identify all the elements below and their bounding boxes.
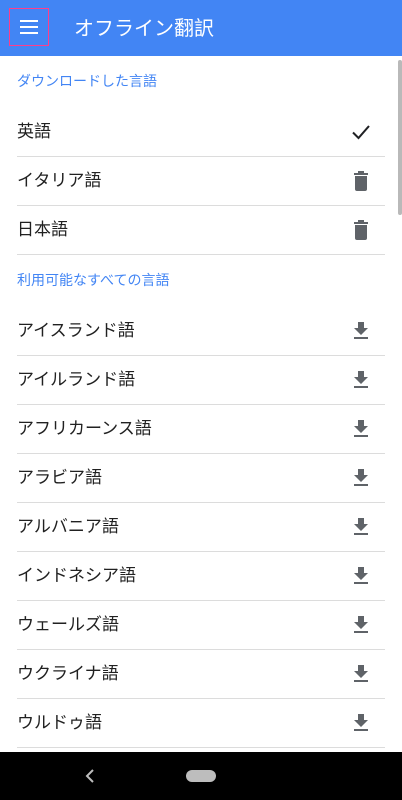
home-pill[interactable] — [186, 770, 216, 782]
list-item-japanese[interactable]: 日本語 — [17, 206, 385, 255]
download-icon[interactable] — [351, 419, 371, 439]
language-label: アフリカーンス語 — [17, 419, 152, 439]
list-item-arabic[interactable]: アラビア語 — [17, 454, 385, 503]
language-label: インドネシア語 — [17, 566, 136, 586]
trash-icon[interactable] — [351, 220, 371, 240]
list-item-icelandic[interactable]: アイスランド語 — [17, 307, 385, 356]
list-item-urdu[interactable]: ウルドゥ語 — [17, 699, 385, 748]
menu-button[interactable] — [9, 8, 49, 46]
trash-icon[interactable] — [351, 171, 371, 191]
download-icon[interactable] — [351, 321, 371, 341]
app-bar: オフライン翻訳 — [0, 0, 402, 56]
list-item-italian[interactable]: イタリア語 — [17, 157, 385, 206]
available-section-header: 利用可能なすべての言語 — [17, 273, 170, 289]
language-list: ダウンロードした言語 英語 イタリア語 日本語 利用可能なすべての言語 アイスラ… — [0, 56, 402, 748]
downloaded-section-header: ダウンロードした言語 — [17, 74, 157, 90]
back-icon[interactable] — [80, 764, 100, 788]
download-icon[interactable] — [351, 566, 371, 586]
language-label: イタリア語 — [17, 171, 102, 191]
list-item-irish[interactable]: アイルランド語 — [17, 356, 385, 405]
download-icon[interactable] — [351, 615, 371, 635]
language-label: ウクライナ語 — [17, 664, 119, 684]
language-label: アイスランド語 — [17, 321, 135, 341]
download-icon[interactable] — [351, 517, 371, 537]
page-title: オフライン翻訳 — [74, 16, 214, 40]
system-nav-bar — [0, 752, 402, 800]
check-icon — [351, 122, 371, 142]
language-label: アルバニア語 — [17, 517, 119, 537]
list-item-english[interactable]: 英語 — [17, 108, 385, 157]
list-item-indonesian[interactable]: インドネシア語 — [17, 552, 385, 601]
download-icon[interactable] — [351, 664, 371, 684]
language-label: 英語 — [17, 122, 51, 142]
scrollbar[interactable] — [398, 60, 402, 215]
language-label: ウェールズ語 — [17, 615, 119, 635]
download-icon[interactable] — [351, 713, 371, 733]
download-icon[interactable] — [351, 468, 371, 488]
menu-icon — [20, 20, 38, 34]
language-label: アイルランド語 — [17, 370, 136, 390]
language-label: 日本語 — [17, 220, 68, 240]
language-label: ウルドゥ語 — [17, 713, 102, 733]
list-item-ukrainian[interactable]: ウクライナ語 — [17, 650, 385, 699]
list-item-welsh[interactable]: ウェールズ語 — [17, 601, 385, 650]
language-label: アラビア語 — [17, 468, 102, 488]
list-item-albanian[interactable]: アルバニア語 — [17, 503, 385, 552]
download-icon[interactable] — [351, 370, 371, 390]
list-item-afrikaans[interactable]: アフリカーンス語 — [17, 405, 385, 454]
